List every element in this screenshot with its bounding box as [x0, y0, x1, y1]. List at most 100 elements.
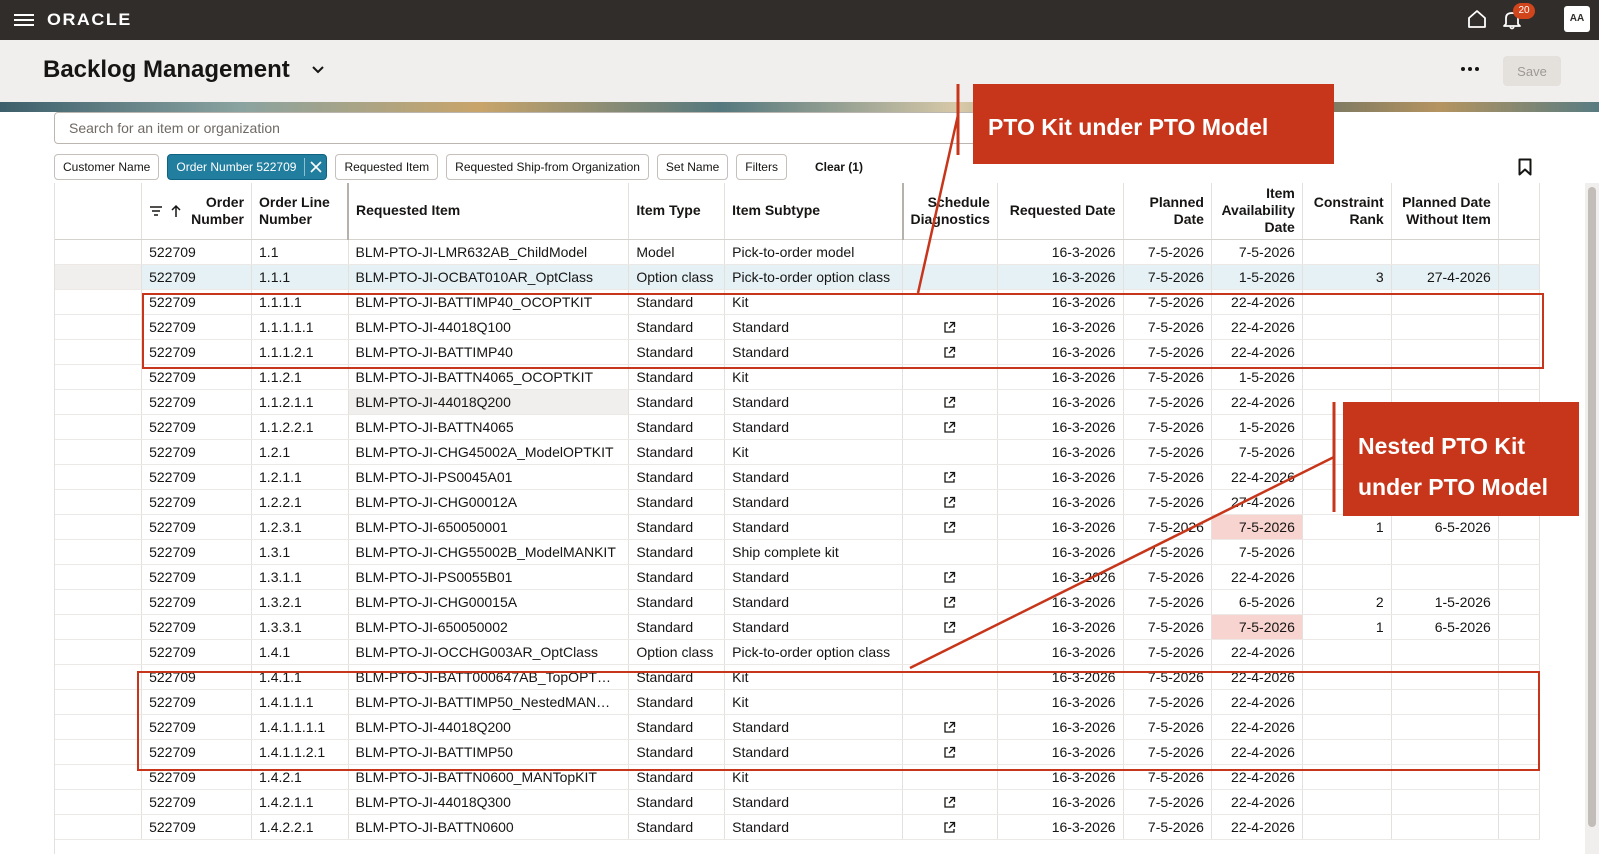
menu-icon[interactable]	[14, 11, 34, 29]
cell-planned-date-without-item	[1391, 239, 1499, 265]
table-row[interactable]: 522709 1.1.2.1 BLM-PTO-JI-BATTN4065_OCOPTK…	[55, 364, 1540, 390]
row-gutter	[55, 539, 143, 565]
filter-chip-requested-item[interactable]: Requested Item	[335, 154, 439, 180]
table-row[interactable]: 522709 1.1 BLM-PTO-JI-LMR632AB_ChildModel M…	[55, 239, 1540, 265]
external-link-icon[interactable]	[943, 419, 956, 435]
cell-item-availability-date: 22-4-2026	[1211, 389, 1303, 415]
table-row[interactable]: 522709 1.3.1.1 BLM-PTO-JI-PS0055B01 Standar…	[55, 564, 1540, 590]
cell-schedule-diagnostics	[902, 239, 998, 265]
external-link-icon[interactable]	[943, 744, 956, 760]
table-row[interactable]: 522709 1.1.1.2.1 BLM-PTO-JI-BATTIMP40 Stand…	[55, 339, 1540, 365]
column-header-item-subtype[interactable]: Item Subtype	[724, 183, 904, 240]
table-row[interactable]: 522709 1.3.2.1 BLM-PTO-JI-CHG00015A Standar…	[55, 589, 1540, 615]
column-header-item-availability-date[interactable]: Item Availability Date	[1211, 183, 1303, 240]
external-link-icon[interactable]	[943, 819, 956, 835]
external-link-icon[interactable]	[943, 394, 956, 410]
clear-filters-button[interactable]: Clear (1)	[795, 154, 871, 180]
home-icon[interactable]	[1466, 8, 1488, 30]
row-gutter	[55, 789, 143, 815]
table-row[interactable]: 522709 1.1.1.1 BLM-PTO-JI-BATTIMP40_OCOPTK…	[55, 289, 1540, 315]
table-row[interactable]: 522709 1.3.1 BLM-PTO-JI-CHG55002B_ModelMAN…	[55, 539, 1540, 565]
cell-item-type: Standard	[628, 789, 726, 815]
oracle-logo[interactable]: ORACLE	[47, 10, 132, 30]
table-row[interactable]: 522709 1.2.1 BLM-PTO-JI-CHG45002A_ModelOPT…	[55, 439, 1540, 465]
table-row[interactable]: 522709 1.2.1.1 BLM-PTO-JI-PS0045A01 Standar…	[55, 464, 1540, 490]
cell-item-subtype: Kit	[724, 664, 903, 690]
cell-order-number: 522709	[141, 514, 253, 540]
column-header-order-line-number[interactable]: Order Line Number	[251, 183, 350, 240]
external-link-icon[interactable]	[943, 794, 956, 810]
column-header-planned-date-without-item[interactable]: Planned Date Without Item	[1391, 183, 1499, 240]
callout-nested-pto-kit: Nested PTO Kit under PTO Model	[1343, 402, 1579, 516]
table-row[interactable]: 522709 1.1.1 BLM-PTO-JI-OCBAT010AR_OptClas…	[55, 264, 1540, 290]
cell-overflow	[1498, 539, 1540, 565]
column-header-constraint-rank[interactable]: Constraint Rank	[1302, 183, 1392, 240]
column-header-requested-date[interactable]: Requested Date	[997, 183, 1124, 240]
table-row[interactable]: 522709 1.4.1 BLM-PTO-JI-OCCHG003AR_OptClas…	[55, 639, 1540, 665]
cell-planned-date: 7-5-2026	[1123, 689, 1212, 715]
table-row[interactable]: 522709 1.4.1.1.1 BLM-PTO-JI-BATTIMP50_Nest…	[55, 689, 1540, 715]
table-row[interactable]: 522709 1.4.1.1 BLM-PTO-JI-BATT000647AB_Top…	[55, 664, 1540, 690]
vertical-scrollbar[interactable]	[1585, 183, 1599, 854]
filter-chip-ship-from-org[interactable]: Requested Ship-from Organization	[446, 154, 649, 180]
cell-order-number: 522709	[141, 489, 253, 515]
column-header-order-number[interactable]: Order Number	[141, 183, 253, 240]
external-link-icon[interactable]	[943, 319, 956, 335]
cell-order-line-number: 1.2.1	[251, 439, 349, 465]
column-header-schedule-diagnostics[interactable]: Schedule Diagnostics	[902, 183, 998, 240]
row-gutter	[55, 339, 143, 365]
filter-chip-order-number[interactable]: Order Number 522709	[167, 154, 328, 180]
external-link-icon[interactable]	[943, 569, 956, 585]
scrollbar-thumb[interactable]	[1588, 187, 1596, 827]
external-link-icon[interactable]	[943, 519, 956, 535]
table-row[interactable]: 522709 1.4.2.1 BLM-PTO-JI-BATTN0600_MANTop…	[55, 764, 1540, 790]
user-avatar[interactable]: AA	[1564, 6, 1590, 32]
filter-chip-set-name[interactable]: Set Name	[656, 154, 729, 180]
cell-order-number: 522709	[141, 564, 253, 590]
cell-item-subtype: Standard	[724, 489, 903, 515]
row-gutter	[55, 264, 143, 290]
table-row[interactable]: 522709 1.2.2.1 BLM-PTO-JI-CHG00012A Standar…	[55, 489, 1540, 515]
cell-item-availability-date: 22-4-2026	[1211, 564, 1303, 590]
cell-item-type: Standard	[628, 664, 726, 690]
more-options-icon[interactable]	[1460, 66, 1480, 72]
table-row[interactable]: 522709 1.1.2.2.1 BLM-PTO-JI-BATTN4065 Stand…	[55, 414, 1540, 440]
table-row[interactable]: 522709 1.4.1.1.1.1 BLM-PTO-JI-44018Q200 Sta…	[55, 714, 1540, 740]
cell-item-type: Standard	[628, 539, 726, 565]
external-link-icon[interactable]	[943, 719, 956, 735]
sort-ascending-icon[interactable]	[169, 204, 183, 218]
table-row[interactable]: 522709 1.4.2.2.1 BLM-PTO-JI-BATTN0600 Stand…	[55, 814, 1540, 840]
external-link-icon[interactable]	[943, 469, 956, 485]
cell-constraint-rank: 1	[1302, 614, 1392, 640]
cell-item-type: Standard	[628, 489, 726, 515]
cell-planned-date-without-item	[1391, 714, 1499, 740]
cell-order-number: 522709	[141, 364, 253, 390]
cell-item-availability-date: 22-4-2026	[1211, 289, 1303, 315]
table-row[interactable]: 522709 1.3.3.1 BLM-PTO-JI-650050002 Standar…	[55, 614, 1540, 640]
table-row[interactable]: 522709 1.1.2.1.1 BLM-PTO-JI-44018Q200 Stand…	[55, 389, 1540, 415]
chevron-down-icon[interactable]	[312, 66, 324, 74]
cell-schedule-diagnostics	[902, 714, 998, 740]
cell-item-type: Standard	[628, 464, 726, 490]
column-header-item-type[interactable]: Item Type	[628, 183, 726, 240]
cell-item-type: Option class	[628, 639, 726, 665]
column-header-requested-item[interactable]: Requested Item	[348, 183, 630, 240]
external-link-icon[interactable]	[943, 594, 956, 610]
external-link-icon[interactable]	[943, 619, 956, 635]
table-row[interactable]: 522709 1.1.1.1.1 BLM-PTO-JI-44018Q100 Stand…	[55, 314, 1540, 340]
cell-item-availability-date: 7-5-2026	[1211, 514, 1303, 540]
table-row[interactable]: 522709 1.4.1.1.2.1 BLM-PTO-JI-BATTIMP50 Sta…	[55, 739, 1540, 765]
filter-chip-customer-name[interactable]: Customer Name	[54, 154, 160, 180]
table-row[interactable]: 522709 1.4.2.1.1 BLM-PTO-JI-44018Q300 Stand…	[55, 789, 1540, 815]
table-row[interactable]: 522709 1.2.3.1 BLM-PTO-JI-650050001 Standar…	[55, 514, 1540, 540]
close-icon[interactable]	[304, 158, 322, 176]
external-link-icon[interactable]	[943, 494, 956, 510]
save-button[interactable]: Save	[1503, 56, 1561, 86]
column-header-planned-date[interactable]: Planned Date	[1123, 183, 1212, 240]
search-input[interactable]	[54, 112, 1054, 144]
filter-lines-icon[interactable]	[149, 205, 163, 217]
bookmark-icon[interactable]	[1518, 158, 1532, 176]
filters-button[interactable]: Filters	[736, 154, 787, 180]
external-link-icon[interactable]	[943, 344, 956, 360]
cell-constraint-rank	[1302, 364, 1392, 390]
